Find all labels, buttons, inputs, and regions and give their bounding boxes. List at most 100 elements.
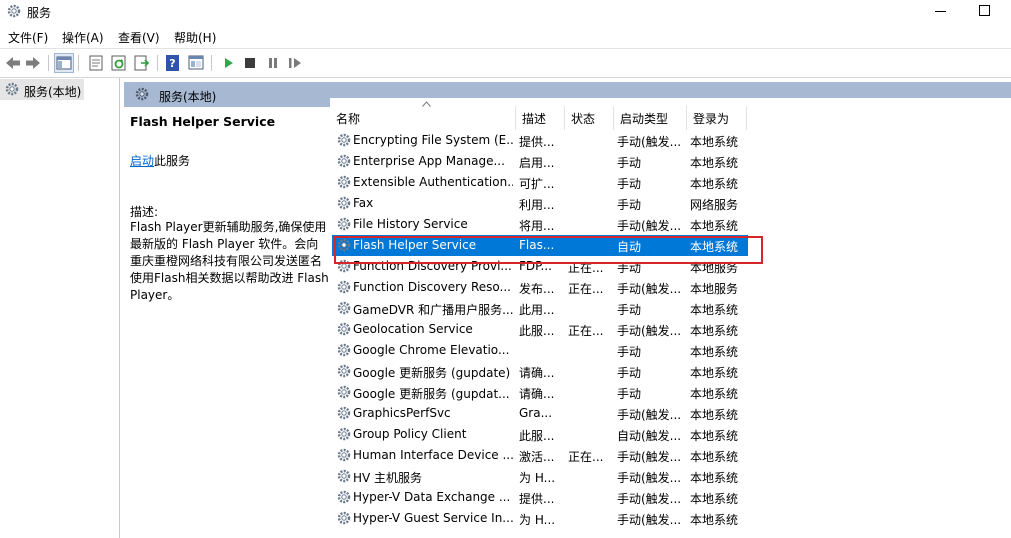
cell-startup-type: 手动 [617,366,642,380]
table-row[interactable]: Hyper-V Data Exchange ... 提供... 手动(触发... 本地… [332,487,748,508]
cell-log-on-as: 本地系统 [690,303,739,317]
menu-help[interactable]: 帮助(H) [174,29,216,46]
cell-description: 启用... [519,156,555,170]
cell-description: 此用... [519,303,555,317]
table-row[interactable]: Function Discovery Reso... 发布... 正在... 手动(触… [332,277,748,298]
tree-item-services-local[interactable]: 服务(本地) [0,79,84,100]
cell-log-on-as: 本地系统 [690,471,739,485]
table-row[interactable]: HV 主机服务 为 H... 手动(触发... 本地系统 [332,466,748,487]
cell-status: 正在... [568,282,604,296]
table-row[interactable]: Google Chrome Elevatio... 手动 本地系统 [332,340,748,361]
column-header-status[interactable]: 状态 [565,106,614,130]
cell-log-on-as: 本地系统 [690,345,739,359]
start-icon[interactable] [218,53,238,73]
table-row[interactable]: File History Service 将用... 手动(触发... 本地系统 [332,214,748,235]
column-header-description[interactable]: 描述 [516,106,565,130]
cell-startup-type: 自动(触发... [617,429,682,443]
cell-startup-type: 手动(触发... [617,135,682,149]
properties-icon[interactable] [86,53,106,73]
table-row[interactable]: Extensible Authentication... 可扩... 手动 本地系统 [332,172,748,193]
cell-description: 为 H... [519,513,556,527]
cell-log-on-as: 本地系统 [690,219,739,233]
column-header-log-on-as[interactable]: 登录为 [687,106,747,130]
cell-description: 利用... [519,198,555,212]
cell-description: 激活... [519,450,555,464]
menu-file[interactable]: 文件(F) [8,29,48,46]
column-header-startup-type[interactable]: 启动类型 [614,106,687,130]
forward-icon[interactable] [23,53,43,73]
cell-startup-type: 手动 [617,198,642,212]
cell-description: 此服... [519,324,555,338]
cell-description: 将用... [519,219,555,233]
cell-log-on-as: 本地系统 [690,387,739,401]
table-row[interactable]: Group Policy Client 此服... 自动(触发... 本地系统 [332,424,748,445]
service-gear-icon [336,384,352,400]
menu-action[interactable]: 操作(A) [62,29,104,46]
cell-name: Function Discovery Reso... [353,280,511,294]
svg-text:?: ? [169,57,175,70]
pause-icon[interactable] [263,53,283,73]
table-row[interactable]: Google 更新服务 (gupdate) 请确... 手动 本地系统 [332,361,748,382]
cell-name: Hyper-V Data Exchange ... [353,490,511,504]
cell-name: Group Policy Client [353,427,467,441]
service-gear-icon [336,468,352,484]
cell-startup-type: 手动(触发... [617,219,682,233]
cell-name: Google Chrome Elevatio... [353,343,510,357]
cell-log-on-as: 网络服务 [690,198,739,212]
menu-view[interactable]: 查看(V) [118,29,160,46]
title-bar: 服务 [0,0,1011,24]
start-service-link[interactable]: 启动 [130,154,154,168]
service-gear-icon [336,174,352,190]
show-hide-tree-icon[interactable] [54,53,74,73]
table-row[interactable]: Hyper-V Guest Service In... 为 H... 手动(触发..… [332,508,748,529]
service-description: Flash Player更新辅助服务,确保使用最新版的 Flash Player… [130,220,329,302]
console-tree: 服务(本地) [0,78,120,538]
cell-name: Fax [353,196,374,210]
cell-description: 请确... [519,366,555,380]
service-gear-icon [336,489,352,505]
cell-name: Google 更新服务 (gupdate) [353,366,511,380]
table-row[interactable]: GameDVR 和广播用户服务... 此用... 手动 本地系统 [332,298,748,319]
export-list-icon[interactable] [132,53,152,73]
cell-status: 正在... [568,324,604,338]
start-service-line: 启动此服务 [130,152,190,169]
cell-name: Encrypting File System (E... [353,133,513,147]
cell-name: Google 更新服务 (gupdat... [353,387,510,401]
table-row[interactable]: Human Interface Device ... 激活... 正在... 手动(触… [332,445,748,466]
refresh-icon[interactable] [109,53,129,73]
restart-icon[interactable] [285,53,305,73]
table-row[interactable]: Geolocation Service 此服... 正在... 手动(触发... 本地系… [332,319,748,340]
table-row[interactable]: Fax 利用... 手动 网络服务 [332,193,748,214]
service-gear-icon [336,363,352,379]
stop-icon[interactable] [240,53,260,73]
cell-log-on-as: 本地系统 [690,450,739,464]
table-row[interactable]: Encrypting File System (E... 提供... 手动(触发..… [332,130,748,151]
table-row[interactable]: Enterprise App Manage... 启用... 手动 本地系统 [332,151,748,172]
column-header-name[interactable]: 名称 [330,106,516,130]
table-row[interactable]: Google 更新服务 (gupdat... 请确... 手动 本地系统 [332,382,748,403]
back-icon[interactable] [3,53,23,73]
console-icon[interactable] [186,53,206,73]
cell-log-on-as: 本地系统 [690,135,739,149]
cell-name: Hyper-V Guest Service In... [353,511,513,525]
cell-log-on-as: 本地系统 [690,156,739,170]
cell-description: 可扩... [519,177,555,191]
cell-name: Extensible Authentication... [353,175,513,189]
cell-name: GameDVR 和广播用户服务... [353,303,513,317]
maximize-button[interactable] [970,0,1000,22]
cell-startup-type: 手动 [617,303,642,317]
table-row[interactable]: GraphicsPerfSvc Gra... 手动(触发... 本地系统 [332,403,748,424]
list-header: 名称 描述 状态 启动类型 登录为 [330,96,1011,130]
services-pane: 服务(本地) Flash Helper Service 启动此服务 描述: Fl… [124,78,1011,538]
cell-description: 为 H... [519,471,556,485]
cell-description: 提供... [519,492,555,506]
tree-item-label: 服务(本地) [24,85,82,99]
cell-log-on-as: 本地系统 [690,177,739,191]
minimize-button[interactable] [926,0,956,22]
cell-name: HV 主机服务 [353,471,423,485]
cell-startup-type: 手动(触发... [617,492,682,506]
service-gear-icon [336,132,352,148]
sort-ascending-icon [422,96,431,107]
service-gear-icon [336,321,352,337]
help-icon[interactable]: ? [163,53,183,73]
